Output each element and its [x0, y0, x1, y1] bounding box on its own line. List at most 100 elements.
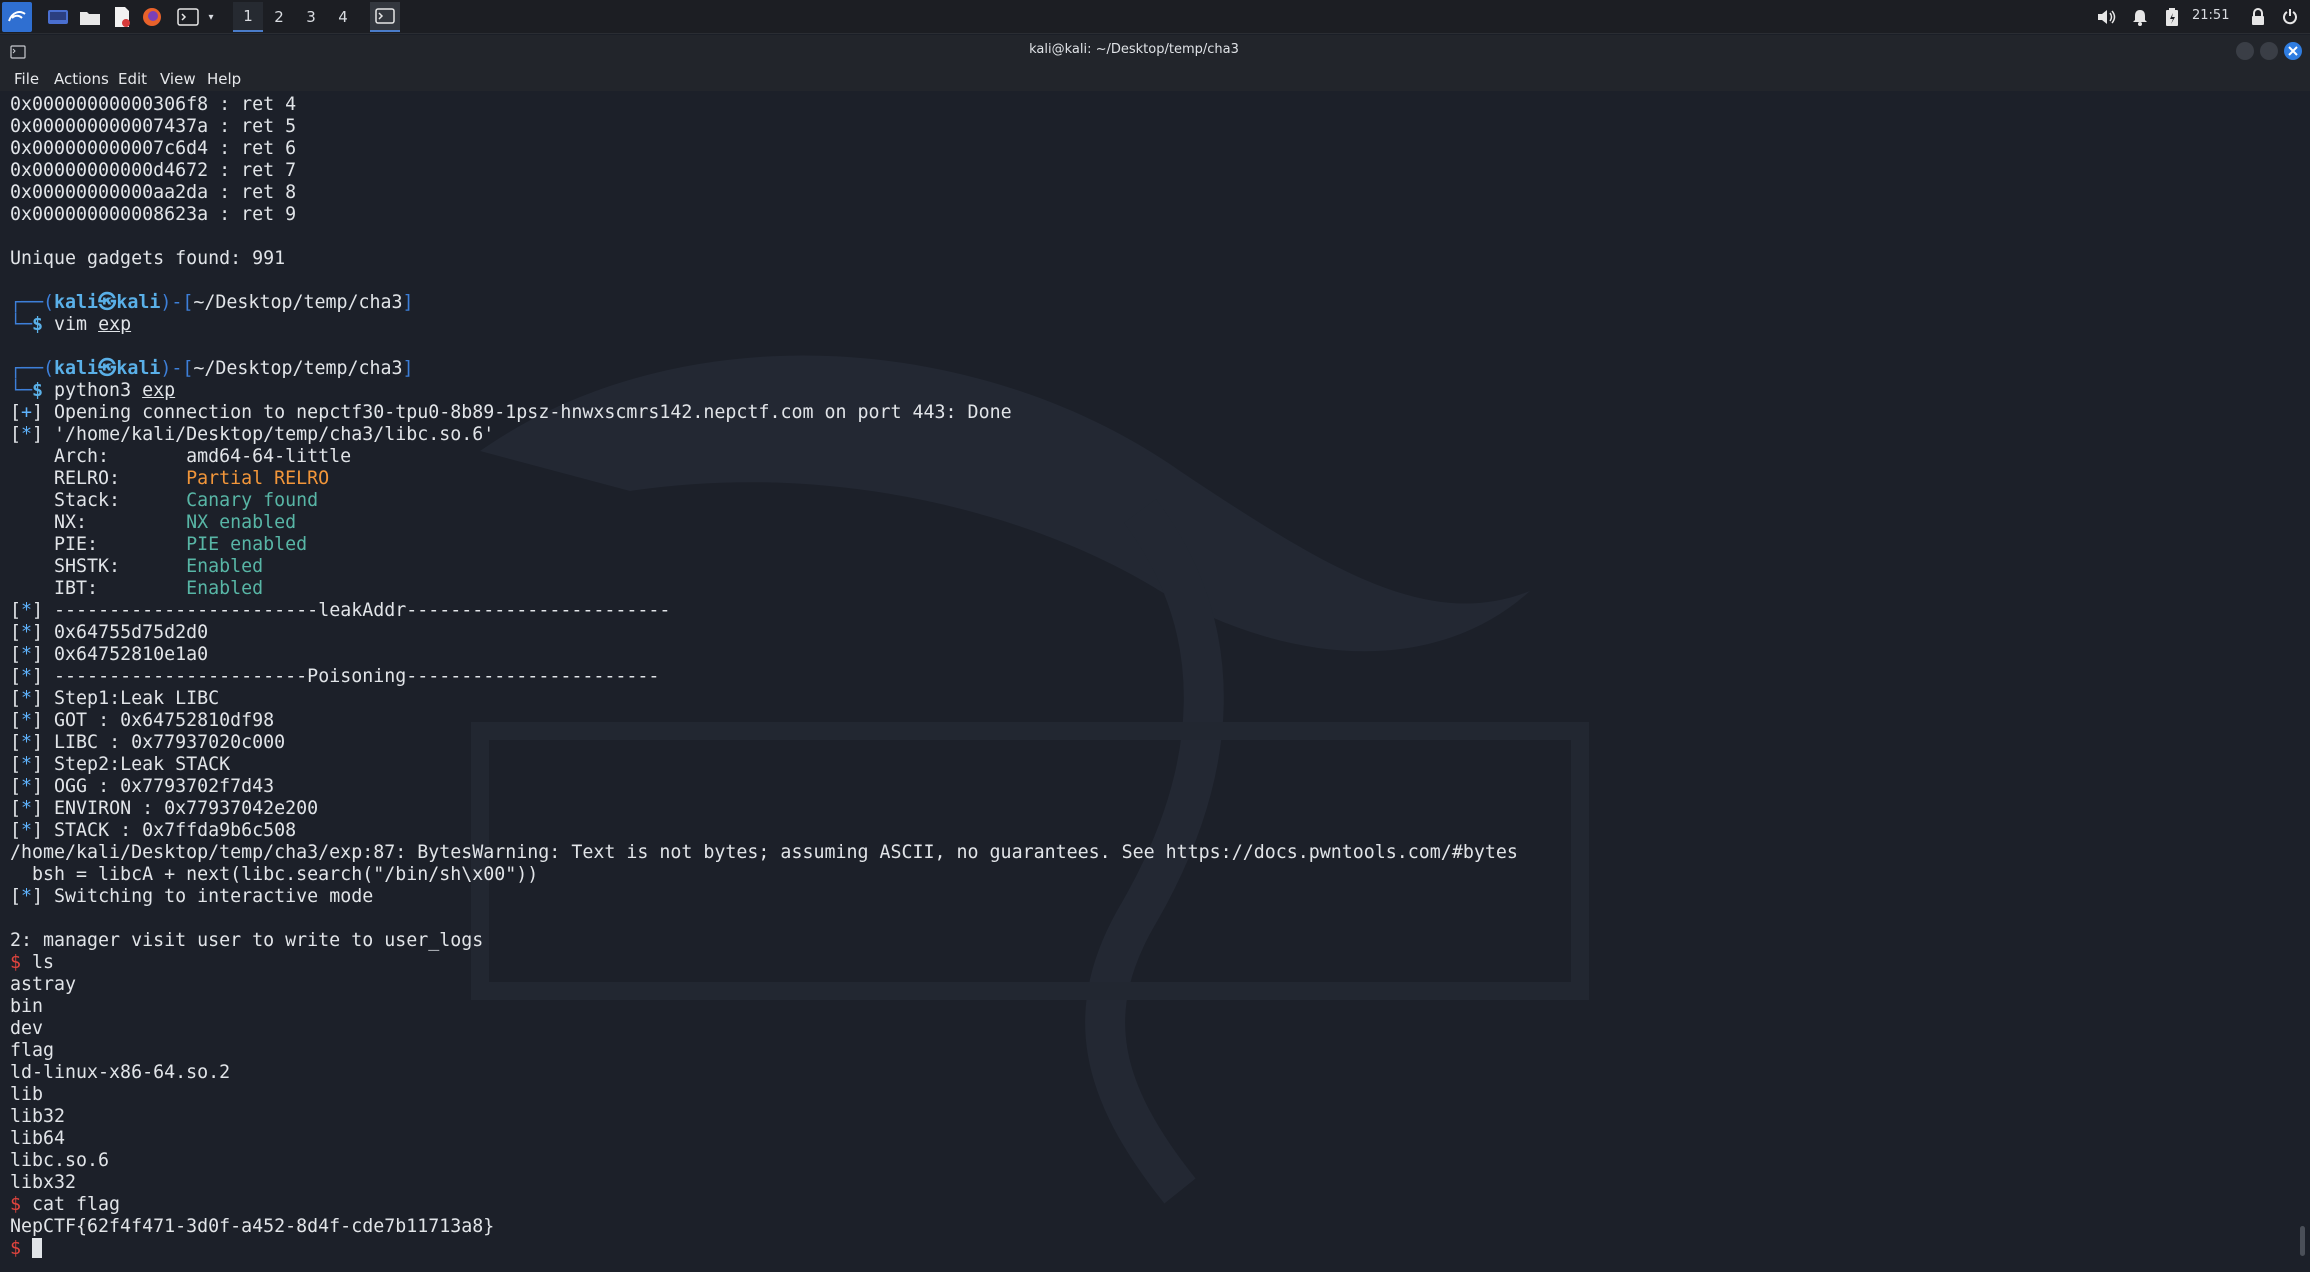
- terminal-text: *: [21, 754, 33, 775]
- volume-icon[interactable]: [2094, 5, 2118, 29]
- scrollbar[interactable]: [2296, 91, 2310, 1272]
- terminal-text: ] '/home/kali/Desktop/temp/cha3/libc.so.…: [32, 424, 495, 445]
- terminal-text: )-[: [160, 358, 194, 379]
- terminal-line: flag: [10, 1040, 1518, 1062]
- terminal-launcher-icon[interactable]: [176, 4, 200, 30]
- kali-menu-icon[interactable]: [2, 2, 32, 32]
- scrollbar-thumb[interactable]: [2300, 1226, 2305, 1256]
- terminal-line: SHSTK: Enabled: [10, 556, 1518, 578]
- terminal-line: [+] Opening connection to nepctf30-tpu0-…: [10, 402, 1518, 424]
- terminal-text: flag: [10, 1040, 55, 1061]
- terminal-text: ] Opening connection to nepctf30-tpu0-8b…: [32, 402, 1012, 423]
- terminal-line: libc.so.6: [10, 1150, 1518, 1172]
- terminal-line: $ ls: [10, 952, 1518, 974]
- terminal-text: bsh = libcA + next(libc.search("/bin/sh\…: [10, 864, 539, 885]
- terminal-line: [*] LIBC : 0x77937020c000: [10, 732, 1518, 754]
- terminal-line: 0x000000000007437a : ret 5: [10, 116, 1518, 138]
- terminal-text: ] 0x64752810e1a0: [32, 644, 209, 665]
- terminal-lines: 0x00000000000306f8 : ret 4 0x000000000007…: [10, 94, 1518, 1260]
- menu-actions[interactable]: Actions: [54, 70, 109, 88]
- firefox-icon[interactable]: [140, 4, 164, 30]
- text-editor-icon[interactable]: [110, 4, 134, 30]
- terminal-line: Arch: amd64-64-little: [10, 446, 1518, 468]
- terminal-text: [: [10, 622, 22, 643]
- show-desktop-icon[interactable]: [46, 4, 70, 30]
- menu-view[interactable]: View: [160, 70, 196, 88]
- terminal-text: ]: [402, 358, 414, 379]
- terminal-text: lib64: [10, 1128, 66, 1149]
- terminal-line: lib32: [10, 1106, 1518, 1128]
- terminal-line: [*] 0x64752810e1a0: [10, 644, 1518, 666]
- terminal-line: dev: [10, 1018, 1518, 1040]
- terminal-text: ] 0x64755d75d2d0: [32, 622, 209, 643]
- terminal-line: [*] Step1:Leak LIBC: [10, 688, 1518, 710]
- terminal-line: ┌──(kali㉿kali)-[~/Desktop/temp/cha3]: [10, 358, 1518, 380]
- terminal-line: [*] ENVIRON : 0x77937042e200: [10, 798, 1518, 820]
- terminal-text: SHSTK:: [10, 556, 187, 577]
- lock-screen-icon[interactable]: [2246, 5, 2270, 29]
- battery-icon[interactable]: [2160, 5, 2184, 29]
- terminal-line: PIE: PIE enabled: [10, 534, 1518, 556]
- terminal-text: bin: [10, 996, 44, 1017]
- menu-help[interactable]: Help: [207, 70, 241, 88]
- terminal-text: lib32: [10, 1106, 66, 1127]
- terminal-line: 2: manager visit user to write to user_l…: [10, 930, 1518, 952]
- logout-icon[interactable]: [2278, 5, 2302, 29]
- terminal-text: ]: [402, 292, 414, 313]
- terminal-text: [: [10, 402, 22, 423]
- workspace-1[interactable]: 1: [233, 2, 263, 32]
- terminal-text: ] OGG : 0x7793702f7d43: [32, 776, 275, 797]
- terminal-text: NX enabled: [186, 512, 297, 533]
- terminal-text: PIE:: [10, 534, 187, 555]
- terminal-line: NX: NX enabled: [10, 512, 1518, 534]
- terminal-text: *: [21, 886, 33, 907]
- terminal-line: [*] GOT : 0x64752810df98: [10, 710, 1518, 732]
- terminal-text: [: [10, 798, 22, 819]
- window-titlebar[interactable]: kali@kali: ~/Desktop/temp/cha3: [0, 35, 2310, 67]
- terminal-text: Enabled: [186, 578, 264, 599]
- chevron-down-icon[interactable]: ▾: [204, 4, 218, 30]
- menu-edit[interactable]: Edit: [118, 70, 147, 88]
- terminal-line: /home/kali/Desktop/temp/cha3/exp:87: Byt…: [10, 842, 1518, 864]
- terminal-text: ] Switching to interactive mode: [32, 886, 374, 907]
- workspace-3[interactable]: 3: [296, 2, 326, 32]
- terminal-text: *: [21, 820, 33, 841]
- terminal-text: *: [21, 666, 33, 687]
- terminal-line: [*] OGG : 0x7793702f7d43: [10, 776, 1518, 798]
- maximize-button[interactable]: [2260, 42, 2278, 60]
- terminal-text: [: [10, 424, 22, 445]
- close-button[interactable]: [2284, 42, 2302, 60]
- terminal-text: [: [10, 732, 22, 753]
- terminal-text: ] Step1:Leak LIBC: [32, 688, 220, 709]
- minimize-button[interactable]: [2236, 42, 2254, 60]
- terminal-text: ~/Desktop/temp/cha3: [193, 358, 403, 379]
- terminal-text: )-[: [160, 292, 194, 313]
- terminal-task-button[interactable]: [370, 2, 400, 32]
- notification-bell-icon[interactable]: [2128, 5, 2152, 29]
- terminal-line: [*] ------------------------leakAddr----…: [10, 600, 1518, 622]
- terminal-line: RELRO: Partial RELRO: [10, 468, 1518, 490]
- terminal-text: ] Step2:Leak STACK: [32, 754, 231, 775]
- terminal-text: 2: manager visit user to write to user_l…: [10, 930, 484, 951]
- clock[interactable]: 21:51: [2192, 8, 2229, 23]
- terminal-text: exp: [98, 314, 132, 335]
- file-manager-icon[interactable]: [78, 4, 102, 30]
- menu-bar: File Actions Edit View Help: [0, 67, 2310, 91]
- terminal-text: Partial RELRO: [186, 468, 330, 489]
- terminal-text: ┌──(: [10, 358, 55, 379]
- terminal-output[interactable]: 0x00000000000306f8 : ret 4 0x000000000007…: [0, 91, 2296, 1272]
- terminal-line: astray: [10, 974, 1518, 996]
- workspace-2[interactable]: 2: [264, 2, 294, 32]
- terminal-text: *: [21, 622, 33, 643]
- terminal-text: astray: [10, 974, 77, 995]
- terminal-text: +: [21, 402, 33, 423]
- terminal-line: └─$ python3 exp: [10, 380, 1518, 402]
- workspace-4[interactable]: 4: [328, 2, 358, 32]
- terminal-text: [: [10, 600, 22, 621]
- terminal-text: 0x000000000007437a : ret 5: [10, 116, 297, 137]
- menu-file[interactable]: File: [14, 70, 39, 88]
- terminal-text: $: [10, 952, 33, 973]
- terminal-line: 0x00000000000306f8 : ret 4: [10, 94, 1518, 116]
